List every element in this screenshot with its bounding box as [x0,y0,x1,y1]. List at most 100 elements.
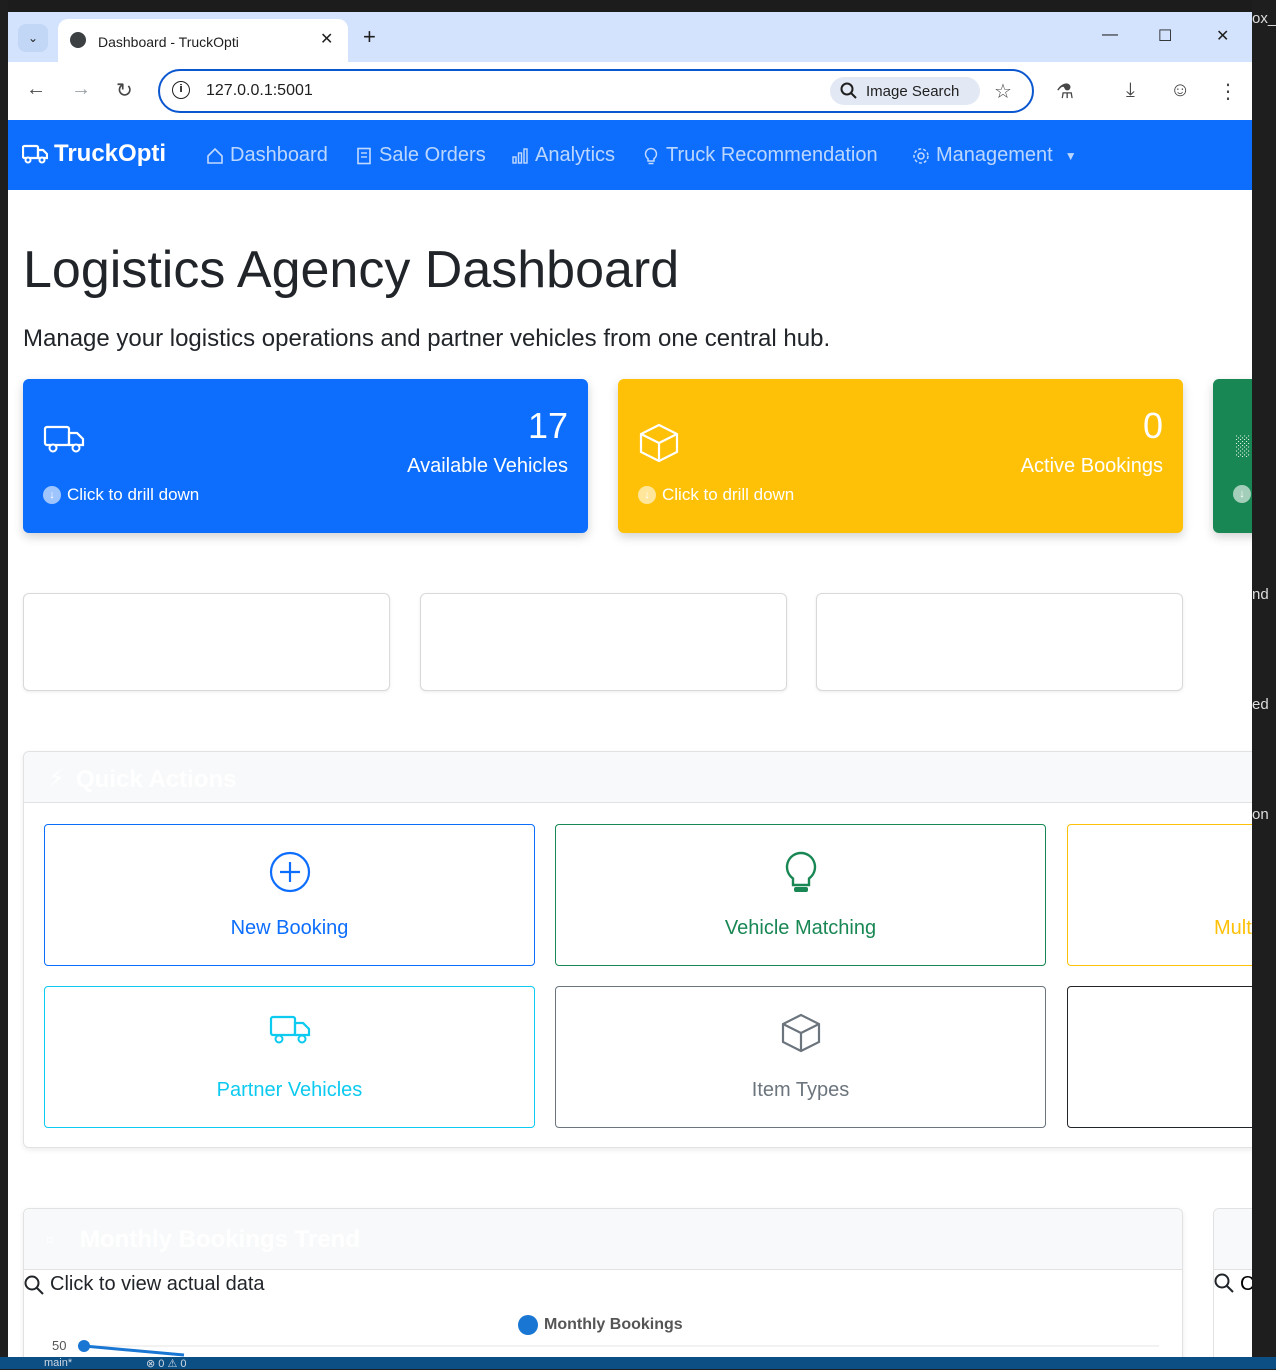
tab-search-button[interactable]: ⌄ [18,24,48,52]
browser-toolbar: ← → ↻ i 127.0.0.1:5001 Image Search ☆ ⚗ … [8,62,1252,120]
desktop-left-strip [0,0,8,1369]
quick-actions-card: ⚡ Quick Actions New Booking Vehicle Matc… [23,751,1252,1148]
info-card-empty [420,593,787,691]
nav-sale-orders[interactable]: Sale Orders [355,144,486,167]
forward-arrow-icon[interactable]: → [71,78,91,101]
download-icon[interactable]: ⤓ [1126,79,1135,102]
nav-management-dropdown[interactable]: Management ▼ [912,144,1077,167]
site-info-icon[interactable]: i [172,81,190,99]
desktop-text-snippet: ed [1252,696,1269,713]
lightning-icon: ⚡ [48,765,65,792]
nav-label: Truck Recommendation [666,144,878,166]
quick-actions-header: ⚡ Quick Actions [24,752,1252,803]
stat-card-available-vehicles[interactable]: 17 Available Vehicles ↓ Click to drill do… [23,379,588,533]
action-label: Item Types [751,1079,850,1101]
search-icon [1214,1273,1234,1293]
stat-label: Available Vehicles [407,455,568,477]
stat-value: 0 [1142,405,1163,446]
app-navbar: TruckOpti Dashboard Sale Orders Analytic… [8,120,1252,190]
arrow-down-circle-icon: ↓ [1233,485,1251,503]
page-lead: Manage your logistics operations and par… [23,325,831,352]
active-tab[interactable]: Dashboard - TruckOpti ✕ [58,19,348,62]
close-icon[interactable]: ✕ [320,29,333,49]
image-search-label: Image Search [866,82,960,100]
nav-label: Dashboard [230,144,328,166]
vehicle-matching-button[interactable]: Vehicle Matching [555,824,1046,966]
new-booking-button[interactable]: New Booking [44,824,535,966]
multi-action-button[interactable]: Mult [1067,824,1252,966]
nav-analytics[interactable]: Analytics [511,144,615,167]
tab-strip: ⌄ Dashboard - TruckOpti ✕ + — ☐ ✕ [8,12,1252,62]
truck-icon [269,1015,310,1044]
receipt-icon [357,147,371,164]
labs-flask-icon[interactable]: ⚗ [1056,79,1074,104]
reload-icon[interactable]: ↻ [116,78,133,103]
nav-label: Sale Orders [379,144,486,166]
bar-chart-icon: ░ [1235,435,1250,457]
series-line [83,1344,185,1357]
stat-card-active-bookings[interactable]: 0 Active Bookings ↓ Click to drill down [618,379,1183,533]
lightbulb-icon [785,851,816,892]
caret-down-icon: ▼ [1064,148,1077,163]
globe-icon [70,32,86,48]
arrow-down-circle-icon: ↓ [638,486,656,504]
desktop-text-snippet: nd [1252,586,1269,603]
url-text[interactable]: 127.0.0.1:5001 [206,82,313,100]
side-view-data-link[interactable]: C [1214,1273,1252,1296]
data-point[interactable] [78,1340,90,1352]
plus-circle-icon [269,851,310,893]
drill-down-link[interactable]: ↓ Click to drill down [638,485,794,505]
address-bar[interactable]: i 127.0.0.1:5001 Image Search ☆ [158,69,1034,113]
side-card-header [1214,1209,1252,1270]
desktop-right-strip: ox_ nd ed on [1252,0,1276,1369]
bookmark-star-icon[interactable]: ☆ [994,79,1012,104]
stat-label: Active Bookings [1020,455,1163,477]
truck-icon [22,144,48,164]
brand-logo[interactable]: TruckOpti [22,140,166,168]
back-arrow-icon[interactable]: ← [26,78,46,101]
action-button-partial[interactable] [1067,986,1252,1128]
chart-area [78,1340,1159,1357]
monthly-bookings-card: ▫ Monthly Bookings Trend Click to view a… [23,1208,1183,1357]
info-card-empty [816,593,1183,691]
menu-kebab-icon[interactable]: ⋮ [1218,79,1238,104]
box-icon [639,423,679,463]
side-chart-card: C [1213,1208,1252,1357]
image-search-button[interactable]: Image Search [830,77,980,105]
side-hint-label: C [1240,1273,1252,1296]
info-card-empty [23,593,390,691]
browser-window: ⌄ Dashboard - TruckOpti ✕ + — ☐ ✕ ← → ↻ … [8,12,1252,1357]
desktop-text-snippet: ox_ [1252,10,1276,27]
new-tab-button[interactable]: + [363,24,376,50]
brand-name: TruckOpti [54,140,167,167]
stat-card-partial[interactable]: ░ ↓ [1213,379,1252,533]
chevron-down-icon: ⌄ [27,31,39,45]
trend-header: ▫ Monthly Bookings Trend [24,1209,1182,1270]
action-label: Partner Vehicles [216,1079,363,1101]
bar-chart-icon: ▫ [46,1227,54,1252]
drill-down-label: Click to drill down [662,485,795,504]
git-branch-label[interactable]: main* [44,1357,72,1369]
desktop-text-snippet: on [1252,806,1269,823]
tab-title: Dashboard - TruckOpti [98,34,239,50]
window-close-icon[interactable]: ✕ [1216,26,1229,46]
nav-truck-recommendation[interactable]: Truck Recommendation [642,144,878,167]
problems-count[interactable]: ⊗ 0 ⚠ 0 [146,1357,186,1370]
view-data-link[interactable]: Click to view actual data [24,1273,265,1296]
desktop-top-strip [0,0,1276,12]
house-icon [207,147,223,164]
drill-down-link[interactable]: ↓ [1233,485,1251,503]
item-types-button[interactable]: Item Types [555,986,1046,1128]
drill-down-link[interactable]: ↓ Click to drill down [43,485,199,505]
nav-dashboard[interactable]: Dashboard [206,144,328,167]
partner-vehicles-button[interactable]: Partner Vehicles [44,986,535,1128]
minimize-icon[interactable]: — [1102,26,1118,44]
truck-icon [43,425,85,453]
stat-value: 17 [527,405,568,446]
lightbulb-icon [644,147,658,164]
drill-down-label: Click to drill down [67,485,200,504]
profile-icon[interactable]: ☺ [1170,79,1190,102]
editor-status-bar: main* ⊗ 0 ⚠ 0 [0,1357,1276,1370]
maximize-icon[interactable]: ☐ [1158,26,1172,46]
quick-actions-title: Quick Actions [76,766,237,793]
